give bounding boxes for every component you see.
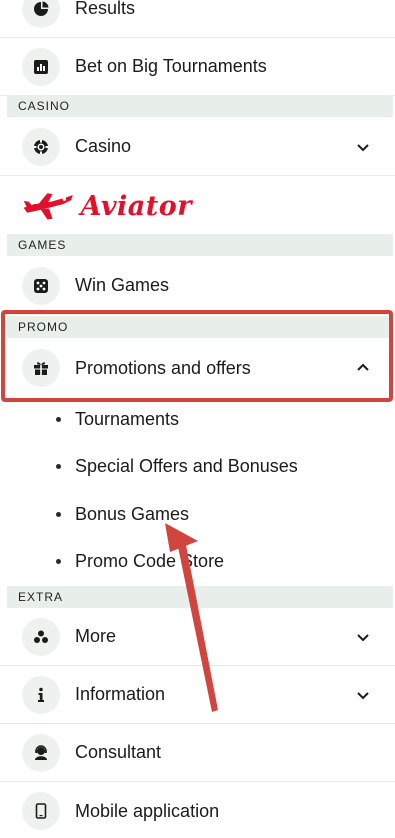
menu-item-label: More [75,626,117,646]
menu-item-more[interactable]: More [0,608,395,666]
plane-icon [23,193,73,220]
phone-icon [22,792,60,830]
bullet-icon [56,511,61,517]
casino-chip-icon [22,127,60,166]
menu-item-information[interactable]: Information [0,666,395,724]
menu-item-consultant[interactable]: Consultant [0,724,395,782]
info-icon [22,675,60,714]
menu-item-label: Win Games [75,275,170,295]
chevron-down-icon[interactable] [355,139,371,155]
section-header-extra: EXTRA [7,586,393,608]
submenu-item-label: Bonus Games [75,503,190,524]
gift-icon [22,349,60,387]
submenu-item-label: Promo Code Store [75,550,225,571]
chevron-down-icon[interactable] [355,629,371,645]
dice-icon [22,266,60,305]
dots-icon [22,617,60,656]
submenu-item-tournaments[interactable]: Tournaments [0,404,395,434]
menu-item-results[interactable]: Results [0,0,395,38]
menu-item-label: Bet on Big Tournaments [75,56,267,76]
menu-item-label: Results [75,0,136,18]
aviator-logo[interactable]: Aviator [22,186,192,226]
menu-item-casino[interactable]: Casino [0,118,395,176]
headset-icon [22,733,60,772]
submenu-item-promo-code-store[interactable]: Promo Code Store [0,546,395,576]
menu-item-win-games[interactable]: Win Games [0,257,395,315]
submenu-item-label: Special Offers and Bonuses [75,455,298,476]
submenu-item-bonus-games[interactable]: Bonus Games [0,499,395,529]
chevron-down-icon[interactable] [355,687,371,703]
aviator-label: Aviator [80,190,192,222]
menu-item-promotions[interactable]: Promotions and offers [0,339,395,397]
chevron-up-icon[interactable] [355,360,371,376]
menu-item-label: Mobile application [75,800,220,821]
menu-item-label: Information [75,684,166,704]
menu-item-label: Casino [75,136,132,156]
bullet-icon [56,463,61,469]
section-header-promo: PROMO [7,316,393,338]
menu-item-label: Promotions and offers [75,357,251,378]
pie-chart-icon [22,0,60,28]
menu-item-mobile-app[interactable]: Mobile application [0,782,395,838]
section-header-casino: CASINO [7,95,393,117]
submenu-item-label: Tournaments [75,408,180,429]
bar-chart-icon [22,47,60,86]
bullet-icon [56,416,61,422]
submenu-item-special-offers[interactable]: Special Offers and Bonuses [0,451,395,481]
menu-item-big-tournaments[interactable]: Bet on Big Tournaments [0,38,395,96]
bullet-icon [56,558,61,564]
section-header-games: GAMES [7,234,393,256]
menu-item-label: Consultant [75,742,162,762]
